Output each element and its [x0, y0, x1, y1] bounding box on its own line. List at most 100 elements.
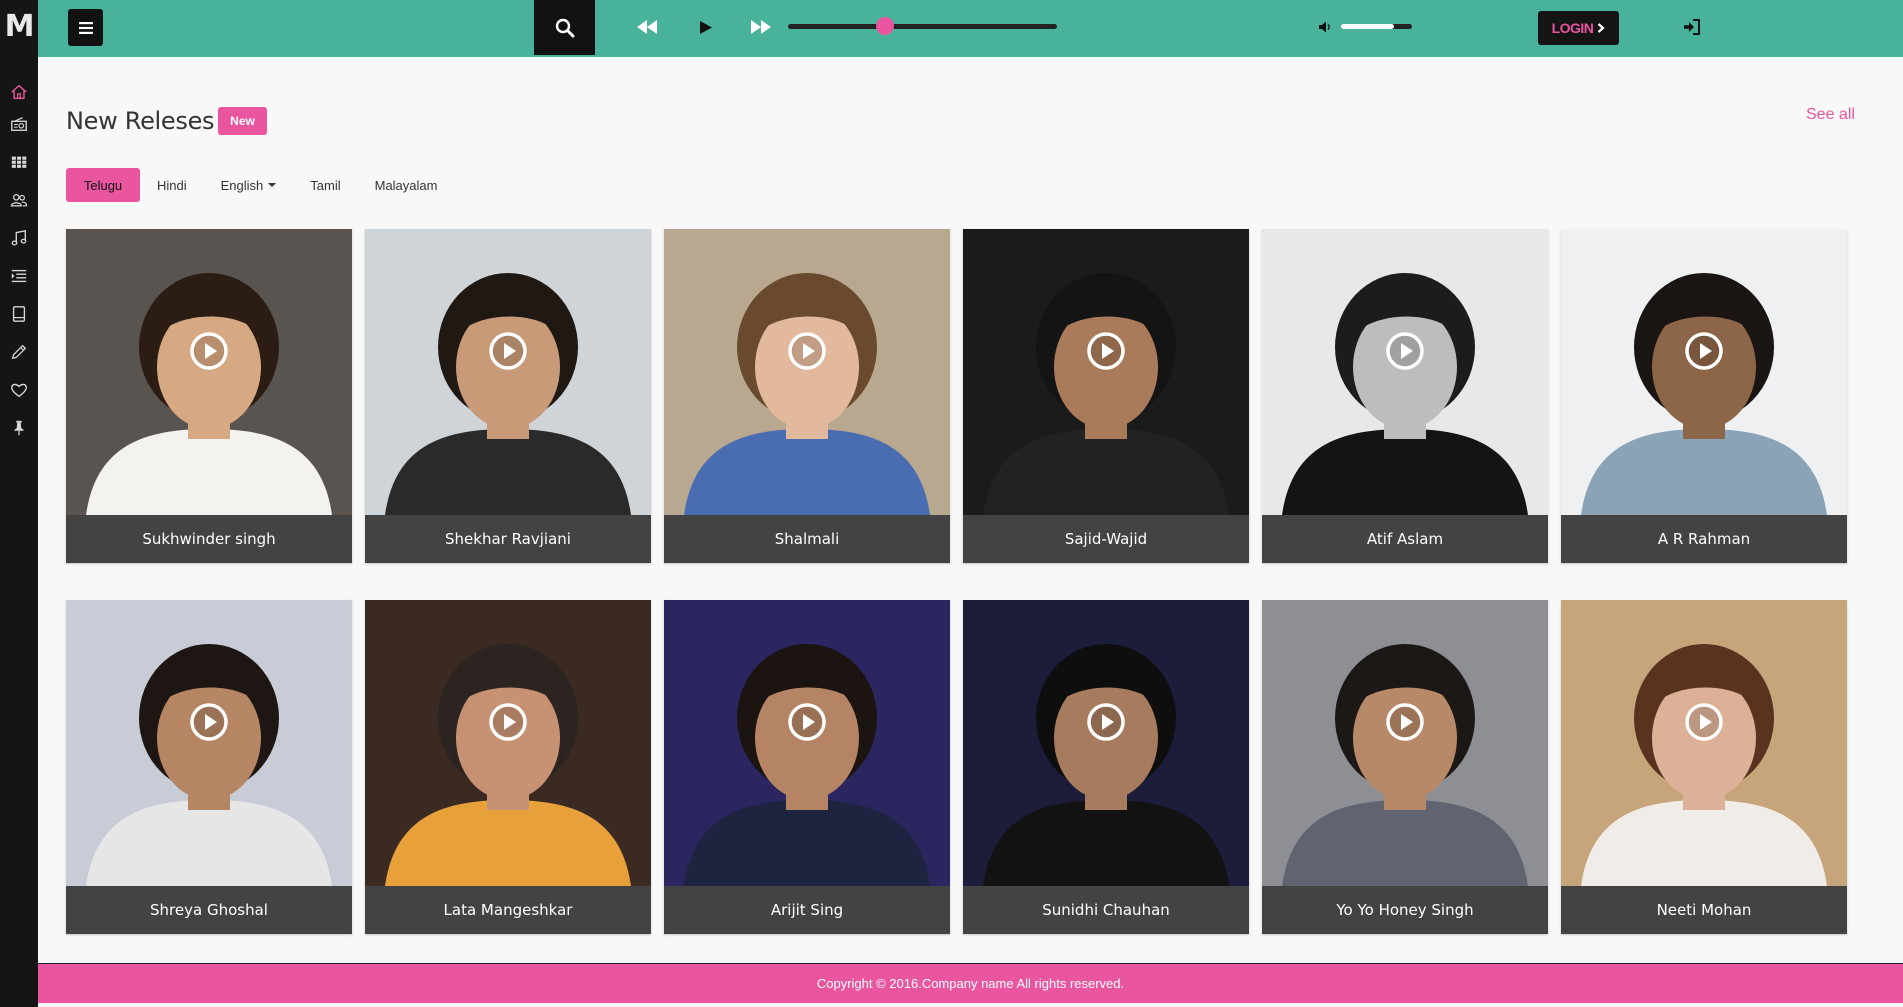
- artist-photo[interactable]: [1561, 600, 1847, 886]
- play-circle-icon[interactable]: [189, 331, 229, 371]
- playlist-icon[interactable]: [5, 262, 33, 290]
- rewind-button[interactable]: [634, 14, 660, 40]
- artist-card[interactable]: Sukhwinder singh: [66, 229, 352, 563]
- play-button[interactable]: [696, 14, 716, 40]
- artist-photo[interactable]: [963, 600, 1249, 886]
- artist-name[interactable]: Arijit Sing: [664, 886, 950, 934]
- artist-photo[interactable]: [963, 229, 1249, 515]
- artist-portrait: [1561, 600, 1847, 886]
- artist-name[interactable]: Yo Yo Honey Singh: [1262, 886, 1548, 934]
- volume-level: [1341, 24, 1395, 29]
- artist-card[interactable]: Shekhar Ravjiani: [365, 229, 651, 563]
- play-circle-icon[interactable]: [488, 702, 528, 742]
- app-logo[interactable]: M: [3, 8, 35, 46]
- seek-handle[interactable]: [875, 17, 894, 35]
- artist-name[interactable]: Neeti Mohan: [1561, 886, 1847, 934]
- search-button[interactable]: [534, 0, 595, 55]
- artist-name[interactable]: Sajid-Wajid: [963, 515, 1249, 563]
- artist-card[interactable]: Lata Mangeshkar: [365, 600, 651, 934]
- artist-name[interactable]: Shekhar Ravjiani: [365, 515, 651, 563]
- see-all-link[interactable]: See all: [1806, 106, 1855, 124]
- grid-icon[interactable]: [5, 148, 33, 176]
- sign-in-button[interactable]: [1681, 16, 1703, 38]
- login-button[interactable]: LOGIN: [1538, 11, 1619, 45]
- copyright-text: Copyright © 2016.Company name All rights…: [816, 976, 1125, 991]
- rewind-icon: [637, 20, 657, 34]
- artist-card[interactable]: A R Rahman: [1561, 229, 1847, 563]
- artist-photo[interactable]: [66, 600, 352, 886]
- music-note-icon[interactable]: [5, 224, 33, 252]
- artist-portrait: [365, 600, 651, 886]
- book-icon[interactable]: [5, 300, 33, 328]
- artist-photo[interactable]: [664, 600, 950, 886]
- artist-name[interactable]: Shreya Ghoshal: [66, 886, 352, 934]
- users-icon[interactable]: [5, 186, 33, 214]
- artist-photo[interactable]: [66, 229, 352, 515]
- menu-button[interactable]: [68, 9, 103, 46]
- sign-in-icon: [1684, 19, 1700, 35]
- login-label: LOGIN: [1551, 20, 1594, 36]
- artist-photo[interactable]: [1262, 229, 1548, 515]
- play-circle-icon[interactable]: [1086, 331, 1126, 371]
- pencil-icon[interactable]: [5, 338, 33, 366]
- artist-card[interactable]: Sajid-Wajid: [963, 229, 1249, 563]
- section-title: New Releses: [66, 107, 215, 135]
- play-icon: [700, 20, 712, 34]
- artist-name[interactable]: Sukhwinder singh: [66, 515, 352, 563]
- artist-portrait: [664, 229, 950, 515]
- artist-card[interactable]: Neeti Mohan: [1561, 600, 1847, 934]
- artist-card[interactable]: Shalmali: [664, 229, 950, 563]
- radio-icon[interactable]: [5, 110, 33, 138]
- artist-card[interactable]: Arijit Sing: [664, 600, 950, 934]
- artist-photo[interactable]: [365, 600, 651, 886]
- tab-tamil[interactable]: Tamil: [293, 168, 357, 202]
- play-circle-icon[interactable]: [1385, 702, 1425, 742]
- artist-portrait: [1262, 600, 1548, 886]
- artist-name[interactable]: Lata Mangeshkar: [365, 886, 651, 934]
- footer: Copyright © 2016.Company name All rights…: [38, 963, 1903, 1003]
- top-bar: LOGIN: [38, 0, 1903, 57]
- tab-english[interactable]: English: [204, 168, 294, 202]
- play-circle-icon[interactable]: [488, 331, 528, 371]
- artist-card[interactable]: Atif Aslam: [1262, 229, 1548, 563]
- volume-slider[interactable]: [1341, 24, 1412, 29]
- tab-hindi[interactable]: Hindi: [140, 168, 204, 202]
- play-circle-icon[interactable]: [189, 702, 229, 742]
- artist-photo[interactable]: [365, 229, 651, 515]
- artist-portrait: [664, 600, 950, 886]
- artist-portrait: [1262, 229, 1548, 515]
- sidebar: M: [0, 0, 38, 1007]
- fast-forward-button[interactable]: [748, 14, 774, 40]
- artist-name[interactable]: Atif Aslam: [1262, 515, 1548, 563]
- artist-name[interactable]: Sunidhi Chauhan: [963, 886, 1249, 934]
- play-circle-icon[interactable]: [1385, 331, 1425, 371]
- artist-name[interactable]: Shalmali: [664, 515, 950, 563]
- artist-photo[interactable]: [1262, 600, 1548, 886]
- artist-portrait: [66, 229, 352, 515]
- artist-grid: Sukhwinder singh Shekhar Ravjiani Shalmali…: [66, 229, 1850, 934]
- artist-card[interactable]: Sunidhi Chauhan: [963, 600, 1249, 934]
- new-badge: New: [218, 107, 267, 135]
- play-circle-icon[interactable]: [1684, 702, 1724, 742]
- artist-photo[interactable]: [664, 229, 950, 515]
- artist-card[interactable]: Yo Yo Honey Singh: [1262, 600, 1548, 934]
- pin-icon[interactable]: [5, 414, 33, 442]
- artist-photo[interactable]: [1561, 229, 1847, 515]
- artist-portrait: [365, 229, 651, 515]
- artist-name[interactable]: A R Rahman: [1561, 515, 1847, 563]
- artist-portrait: [66, 600, 352, 886]
- fast-forward-icon: [751, 20, 771, 34]
- language-tabs: Telugu Hindi English Tamil Malayalam: [66, 168, 454, 202]
- volume-button[interactable]: [1317, 14, 1335, 40]
- home-icon[interactable]: [5, 78, 33, 106]
- artist-portrait: [963, 229, 1249, 515]
- play-circle-icon[interactable]: [787, 702, 827, 742]
- play-circle-icon[interactable]: [1684, 331, 1724, 371]
- tab-malayalam[interactable]: Malayalam: [358, 168, 455, 202]
- seek-bar[interactable]: [788, 17, 1057, 35]
- artist-card[interactable]: Shreya Ghoshal: [66, 600, 352, 934]
- heart-icon[interactable]: [5, 376, 33, 404]
- play-circle-icon[interactable]: [1086, 702, 1126, 742]
- play-circle-icon[interactable]: [787, 331, 827, 371]
- tab-telugu[interactable]: Telugu: [66, 168, 140, 202]
